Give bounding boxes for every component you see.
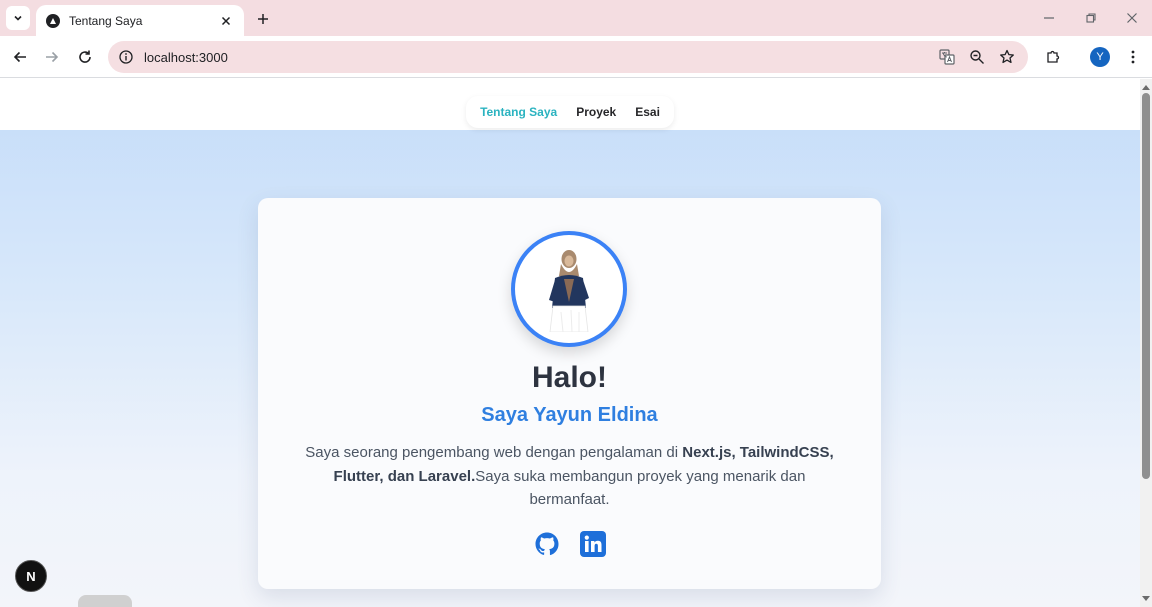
bookmark-star-icon[interactable]: [996, 46, 1018, 68]
nav-link-tentang-saya[interactable]: Tentang Saya: [480, 105, 557, 119]
translate-icon[interactable]: [936, 46, 958, 68]
more-vertical-icon: [1131, 50, 1135, 64]
bio-outro: Saya suka membangun proyek yang menarik …: [475, 467, 806, 509]
arrow-left-icon: [13, 51, 26, 63]
profile-card: Halo! Saya Yayun Eldina Saya seorang pen…: [258, 198, 881, 589]
name-heading: Saya Yayun Eldina: [481, 404, 658, 426]
minimize-button[interactable]: [1038, 8, 1060, 28]
close-window-button[interactable]: [1121, 8, 1143, 28]
dev-overlay-tab[interactable]: [78, 595, 132, 607]
plus-icon: [258, 14, 268, 24]
scrollbar-thumb[interactable]: [1142, 93, 1150, 479]
bio-paragraph: Saya seorang pengembang web dengan penga…: [294, 441, 845, 512]
nextjs-dev-badge[interactable]: N: [15, 560, 47, 592]
arrow-right-icon: [46, 51, 59, 63]
nav-link-proyek[interactable]: Proyek: [576, 105, 616, 119]
browser-tab[interactable]: Tentang Saya: [36, 5, 244, 36]
github-link[interactable]: [534, 531, 560, 557]
social-links: [258, 531, 881, 557]
scroll-up-icon[interactable]: [1140, 81, 1152, 93]
page-viewport: Tentang Saya Proyek Esai Halo! Saya Yayu…: [0, 79, 1140, 607]
browser-menu-button[interactable]: [1121, 45, 1145, 69]
github-icon: [535, 532, 559, 556]
tab-strip: Tentang Saya: [0, 0, 1152, 36]
nav-link-esai[interactable]: Esai: [635, 105, 660, 119]
site-nav: Tentang Saya Proyek Esai: [466, 96, 674, 128]
site-info-icon[interactable]: [118, 49, 134, 65]
bio-intro: Saya seorang pengembang web dengan penga…: [305, 444, 683, 461]
chevron-down-icon: [14, 15, 22, 21]
close-tab-icon[interactable]: [218, 13, 234, 29]
zoom-icon[interactable]: [966, 46, 988, 68]
url-text[interactable]: localhost:3000: [144, 50, 928, 65]
restore-button[interactable]: [1080, 8, 1102, 28]
forward-button[interactable]: [40, 45, 64, 69]
new-tab-button[interactable]: [252, 8, 274, 30]
address-bar[interactable]: localhost:3000: [108, 41, 1028, 73]
profile-photo: [511, 231, 627, 347]
tab-title: Tentang Saya: [69, 13, 143, 28]
extensions-button[interactable]: [1041, 45, 1065, 69]
puzzle-icon: [1047, 50, 1060, 63]
minimize-icon: [1044, 17, 1054, 19]
reload-button[interactable]: [73, 45, 97, 69]
browser-toolbar: localhost:3000 Y: [0, 36, 1152, 78]
tab-search-button[interactable]: [6, 6, 30, 30]
profile-avatar[interactable]: Y: [1090, 47, 1110, 67]
greeting-heading: Halo!: [532, 361, 607, 394]
restore-icon: [1086, 13, 1096, 23]
scroll-down-icon[interactable]: [1140, 593, 1152, 605]
linkedin-icon: [579, 531, 606, 557]
back-button[interactable]: [8, 45, 32, 69]
reload-icon: [79, 50, 91, 63]
favicon-icon: [46, 13, 60, 28]
close-icon: [1127, 13, 1137, 23]
person-photo-icon: [549, 250, 589, 332]
page-scrollbar[interactable]: [1140, 79, 1152, 607]
linkedin-link[interactable]: [579, 531, 606, 557]
